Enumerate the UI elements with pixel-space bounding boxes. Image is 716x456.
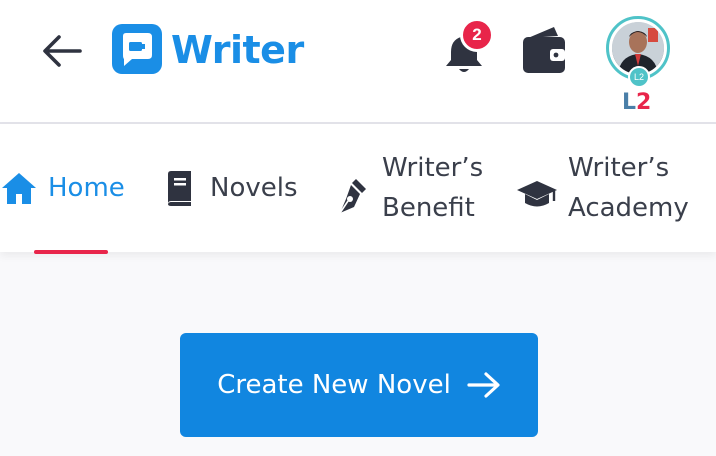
level-indicator: L2: [622, 90, 651, 116]
brand-name: Writer: [171, 28, 304, 72]
nav-item-label-group: Writer’s Academy: [568, 148, 689, 228]
nav-item-label-line2: Benefit: [382, 193, 475, 223]
home-icon: [2, 173, 36, 204]
nav-item-label-line1: Writer’s: [568, 153, 670, 183]
level-letter: L: [622, 90, 637, 115]
nav-item-novels[interactable]: Novels: [164, 168, 298, 208]
nav-item-label: Home: [48, 173, 125, 203]
nav-item-writers-academy[interactable]: Writer’s Academy: [516, 148, 689, 228]
level-chip: L2: [628, 66, 650, 88]
notification-count-badge: 2: [460, 18, 494, 52]
nav-item-label-group: Writer’s Benefit: [382, 148, 483, 228]
main-nav: Home Novels Writer’s Benefit Writer’s Ac…: [0, 124, 716, 252]
nav-item-home[interactable]: Home: [0, 168, 125, 208]
level-number: 2: [636, 90, 652, 115]
writer-logo-icon: [112, 24, 162, 74]
nav-item-label-line1: Writer’s: [382, 153, 484, 183]
wallet-icon: [523, 27, 565, 73]
nav-item-writers-benefit[interactable]: Writer’s Benefit: [336, 148, 483, 228]
pen-nib-icon: [339, 179, 366, 214]
book-icon: [168, 171, 191, 206]
graduation-cap-icon: [517, 181, 557, 207]
create-new-novel-button[interactable]: Create New Novel: [180, 333, 538, 437]
wallet-button[interactable]: [520, 24, 568, 76]
arrow-right-icon: [467, 372, 500, 398]
arrow-left-icon: [43, 35, 82, 67]
back-button[interactable]: [38, 28, 86, 74]
nav-item-label-line2: Academy: [568, 193, 689, 223]
nav-item-label: Novels: [210, 173, 298, 203]
create-new-novel-label: Create New Novel: [217, 370, 451, 400]
active-tab-indicator: [34, 250, 108, 254]
app-header: Writer 2 L2 L2: [0, 0, 716, 124]
